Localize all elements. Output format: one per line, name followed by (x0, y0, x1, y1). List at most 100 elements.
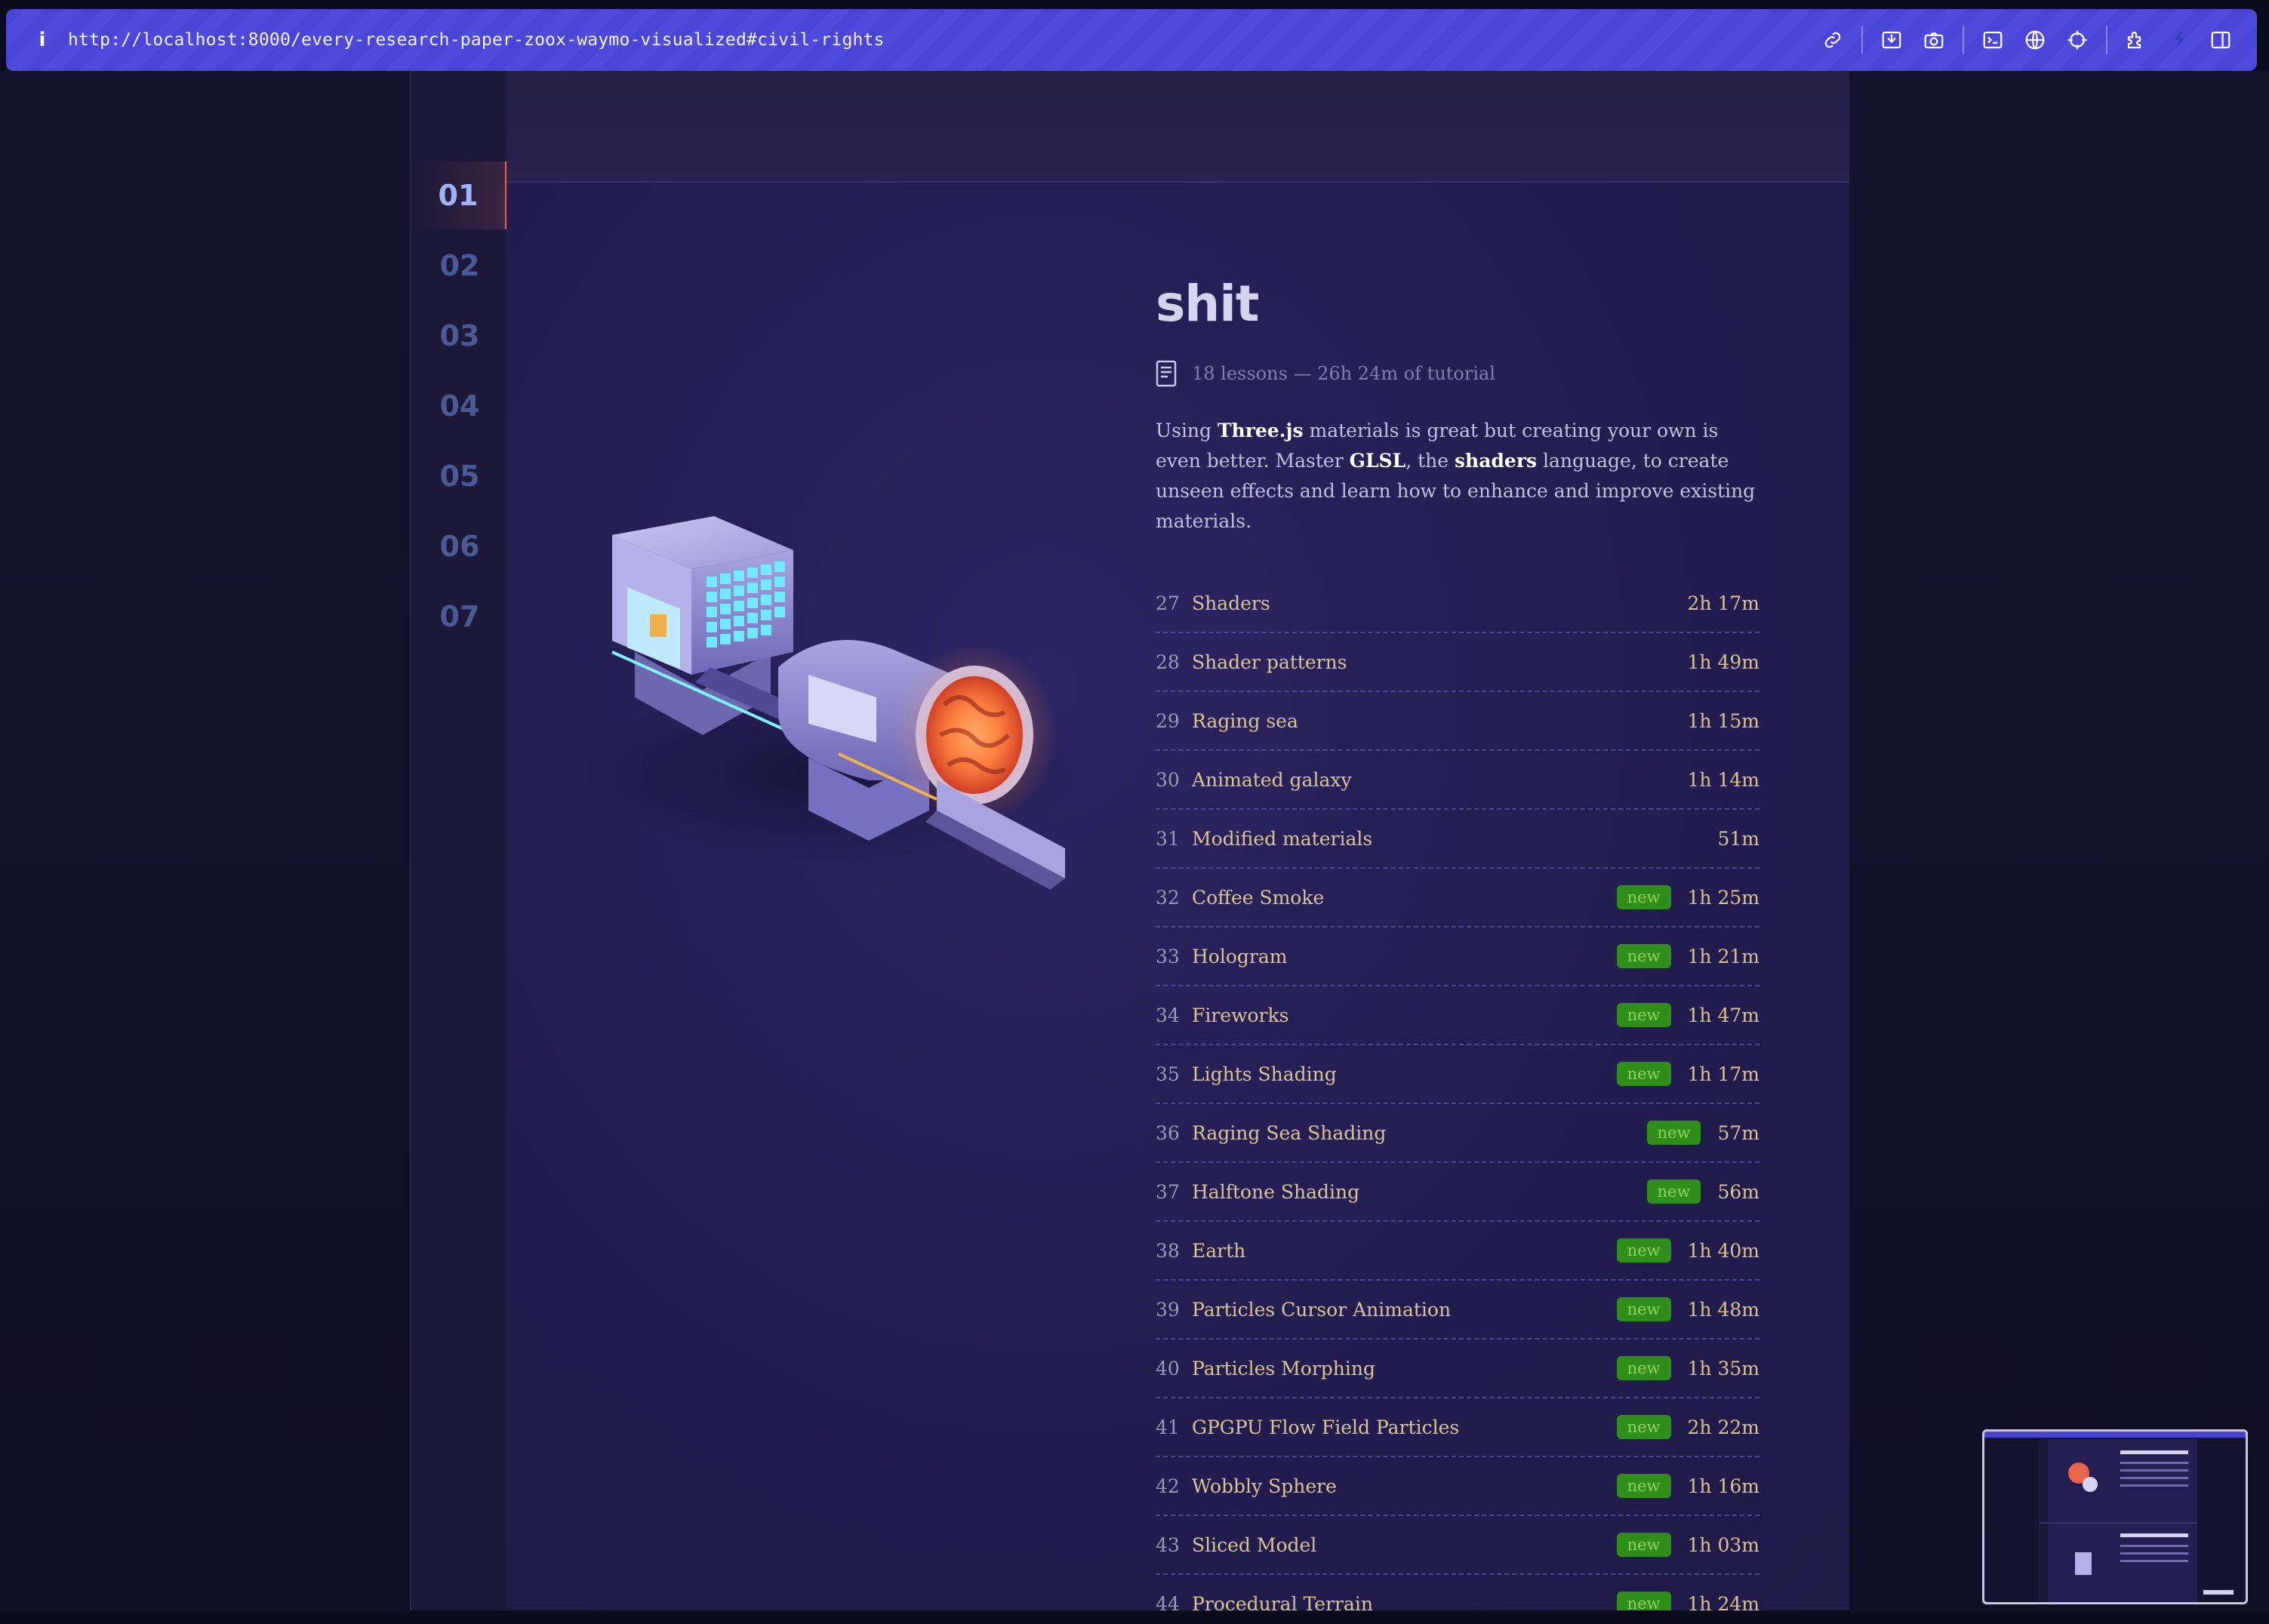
new-badge: new (1616, 944, 1671, 968)
lesson-number: 33 (1156, 945, 1180, 967)
lesson-duration: 1h 47m (1687, 1004, 1759, 1026)
lesson-number: 38 (1156, 1239, 1180, 1262)
new-badge: new (1616, 1238, 1671, 1263)
lesson-title[interactable]: Coffee Smoke (1192, 887, 1617, 909)
new-badge: new (1616, 1533, 1671, 1557)
extensions-icon[interactable] (2115, 19, 2157, 61)
lesson-number: 41 (1156, 1416, 1180, 1438)
lesson-title[interactable]: Modified materials (1192, 828, 1717, 850)
lesson-number: 36 (1156, 1121, 1180, 1144)
toolbar-divider (1963, 26, 1964, 54)
camera-icon[interactable] (1913, 19, 1955, 61)
lesson-number: 44 (1156, 1592, 1180, 1611)
page-minimap[interactable] (1982, 1429, 2248, 1604)
new-badge: new (1616, 1415, 1671, 1439)
lesson-number: 29 (1156, 709, 1180, 732)
lesson-list: 27 Shaders 2h 17m 28 Shader patterns 1h 49m 29… (1156, 574, 1759, 1610)
lesson-duration: 2h 17m (1687, 592, 1759, 614)
chapter-nav-item[interactable]: 05 (411, 442, 508, 510)
sidebar-icon[interactable] (2200, 19, 2242, 61)
lesson-title[interactable]: Procedural Terrain (1192, 1593, 1617, 1611)
lesson-title[interactable]: Earth (1192, 1240, 1617, 1262)
lesson-title[interactable]: GPGPU Flow Field Particles (1192, 1416, 1617, 1438)
lesson-duration: 1h 40m (1687, 1239, 1759, 1262)
lesson-duration: 1h 17m (1687, 1063, 1759, 1085)
lesson-row[interactable]: 29 Raging sea 1h 15m (1156, 692, 1759, 751)
save-icon[interactable] (1870, 19, 1913, 61)
lesson-number: 32 (1156, 886, 1180, 909)
lesson-duration: 1h 03m (1687, 1533, 1759, 1556)
lesson-title[interactable]: Particles Morphing (1192, 1358, 1617, 1379)
lesson-duration: 1h 35m (1687, 1357, 1759, 1379)
lesson-row[interactable]: 37 Halftone Shading new 56m (1156, 1163, 1759, 1222)
chapter-panel: shit 18 lessons — 26h 24m of tutorial Us… (506, 71, 1849, 1610)
lesson-title[interactable]: Wobbly Sphere (1192, 1475, 1617, 1497)
lesson-title[interactable]: Shader patterns (1192, 651, 1688, 673)
page-title: shit (1156, 275, 1259, 333)
lesson-row[interactable]: 36 Raging Sea Shading new 57m (1156, 1104, 1759, 1163)
url-field[interactable]: http://localhost:8000/every-research-pap… (68, 30, 885, 50)
lesson-row[interactable]: 38 Earth new 1h 40m (1156, 1222, 1759, 1281)
chapter-nav-item[interactable]: 07 (411, 583, 508, 651)
chapter-nav-item[interactable]: 06 (411, 512, 508, 580)
lesson-title[interactable]: Raging Sea Shading (1192, 1122, 1647, 1144)
lesson-row[interactable]: 41 GPGPU Flow Field Particles new 2h 22m (1156, 1398, 1759, 1457)
lesson-row[interactable]: 30 Animated galaxy 1h 14m (1156, 751, 1759, 810)
info-icon[interactable]: i (27, 25, 57, 55)
document-icon (1156, 360, 1177, 387)
link-icon[interactable] (1812, 19, 1854, 61)
lesson-number: 31 (1156, 827, 1180, 850)
lesson-number: 34 (1156, 1004, 1180, 1026)
lesson-duration: 1h 25m (1687, 886, 1759, 909)
lesson-title[interactable]: Lights Shading (1192, 1063, 1617, 1085)
lesson-number: 30 (1156, 768, 1180, 791)
lesson-row[interactable]: 42 Wobbly Sphere new 1h 16m (1156, 1457, 1759, 1516)
chapter-description: Using Three.js materials is great but cr… (1156, 420, 1756, 532)
lesson-row[interactable]: 33 Hologram new 1h 21m (1156, 927, 1759, 986)
lesson-duration: 57m (1717, 1121, 1759, 1144)
panel-header-strip (506, 71, 1849, 183)
lesson-duration: 56m (1717, 1180, 1759, 1203)
lesson-row[interactable]: 43 Sliced Model new 1h 03m (1156, 1516, 1759, 1575)
terminal-icon[interactable] (1972, 19, 2014, 61)
lesson-number: 35 (1156, 1063, 1180, 1085)
profile-icon[interactable] (2157, 19, 2200, 61)
chapter-nav-item[interactable]: 03 (411, 302, 508, 370)
lesson-title[interactable]: Animated galaxy (1192, 769, 1688, 791)
lesson-duration: 1h 14m (1687, 768, 1759, 791)
lesson-row[interactable]: 28 Shader patterns 1h 49m (1156, 633, 1759, 692)
chapter-nav-item[interactable]: 02 (411, 232, 508, 300)
minimap-preview (1984, 1432, 2246, 1602)
lesson-title[interactable]: Fireworks (1192, 1004, 1617, 1026)
lesson-row[interactable]: 27 Shaders 2h 17m (1156, 574, 1759, 633)
new-badge: new (1616, 1062, 1671, 1086)
lesson-title[interactable]: Shaders (1192, 592, 1688, 614)
lesson-row[interactable]: 40 Particles Morphing new 1h 35m (1156, 1339, 1759, 1398)
lesson-title[interactable]: Halftone Shading (1192, 1181, 1647, 1203)
lesson-duration: 1h 48m (1687, 1298, 1759, 1321)
lesson-row[interactable]: 44 Procedural Terrain new 1h 24m (1156, 1575, 1759, 1610)
lesson-duration: 1h 24m (1687, 1592, 1759, 1611)
lesson-row[interactable]: 34 Fireworks new 1h 47m (1156, 986, 1759, 1045)
lesson-duration: 1h 16m (1687, 1475, 1759, 1497)
shader-machine-illustration (582, 516, 1080, 890)
lesson-number: 28 (1156, 651, 1180, 673)
lesson-row[interactable]: 31 Modified materials 51m (1156, 810, 1759, 869)
toolbar-divider (1861, 26, 1863, 54)
chapter-nav-item[interactable]: 01 (411, 161, 508, 229)
lesson-number: 39 (1156, 1298, 1180, 1321)
lesson-title[interactable]: Particles Cursor Animation (1192, 1299, 1617, 1321)
page-right-margin (1849, 71, 2269, 1613)
crosshair-icon[interactable] (2056, 19, 2098, 61)
globe-icon[interactable] (2014, 19, 2056, 61)
lesson-title[interactable]: Hologram (1192, 946, 1617, 967)
lesson-row[interactable]: 39 Particles Cursor Animation new 1h 48m (1156, 1281, 1759, 1339)
lesson-title[interactable]: Raging sea (1192, 710, 1688, 732)
lesson-row[interactable]: 35 Lights Shading new 1h 17m (1156, 1045, 1759, 1104)
lesson-summary: 18 lessons — 26h 24m of tutorial (1156, 360, 1759, 387)
chapter-nav-item[interactable]: 04 (411, 372, 508, 440)
lesson-title[interactable]: Sliced Model (1192, 1534, 1617, 1556)
new-badge: new (1616, 1592, 1671, 1610)
lesson-row[interactable]: 32 Coffee Smoke new 1h 25m (1156, 869, 1759, 927)
new-badge: new (1616, 1003, 1671, 1027)
